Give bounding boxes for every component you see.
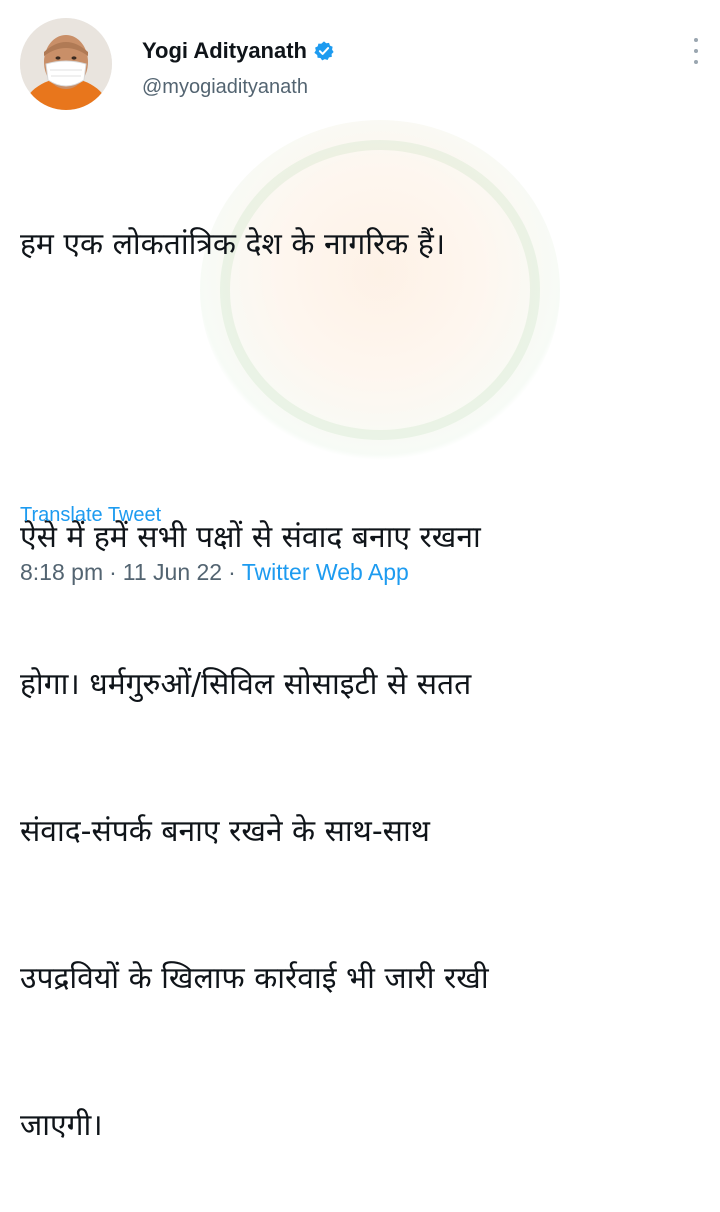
avatar[interactable] — [20, 18, 112, 110]
tweet-source-link[interactable]: Twitter Web App — [242, 559, 409, 585]
more-options-icon[interactable] — [690, 38, 702, 64]
tweet-header: Yogi Adityanath @myogiadityanath — [20, 18, 700, 110]
verified-badge-icon — [314, 41, 334, 61]
user-handle[interactable]: @myogiadityanath — [142, 76, 308, 99]
tweet-line: हम एक लोकतांत्रिक देश के नागरिक हैं। — [20, 227, 446, 262]
tweet-card: Yogi Adityanath @myogiadityanath हम एक ल… — [0, 0, 720, 1143]
display-name[interactable]: Yogi Adityanath — [142, 38, 307, 64]
translate-tweet-link[interactable]: Translate Tweet — [20, 504, 161, 527]
tweet-line: संवाद-संपर्क बनाए रखने के साथ-साथ — [20, 814, 430, 849]
separator: · — [109, 559, 117, 585]
tweet-meta: 8:18 pm · 11 Jun 22 · Twitter Web App — [20, 559, 409, 586]
tweet-text: हम एक लोकतांत्रिक देश के नागरिक हैं। ऐसे… — [20, 122, 700, 1212]
profile-photo-icon — [20, 18, 112, 110]
tweet-line: उपद्रवियों के खिलाफ कार्रवाई भी जारी रखी — [20, 961, 489, 996]
separator: · — [228, 559, 236, 585]
tweet-time[interactable]: 8:18 pm — [20, 559, 103, 585]
tweet-line: होगा। धर्मगुरुओं/सिविल सोसाइटी से सतत — [20, 667, 472, 702]
name-row: Yogi Adityanath — [142, 38, 335, 64]
tweet-line: जाएगी। — [20, 1108, 103, 1143]
tweet-date[interactable]: 11 Jun 22 — [123, 559, 222, 585]
